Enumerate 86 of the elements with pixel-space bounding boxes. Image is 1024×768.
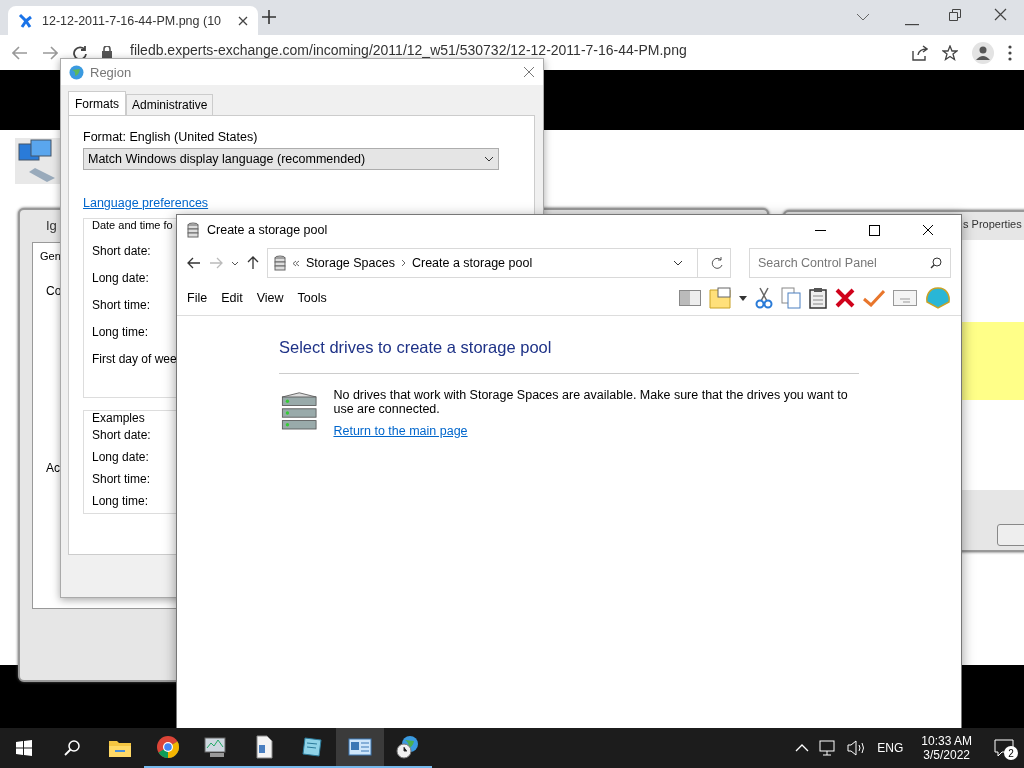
clock[interactable]: 10:33 AM 3/5/2022 [921,734,972,762]
field-label: Short time: [92,472,151,486]
page-heading: Select drives to create a storage pool [279,338,859,374]
forward-arrow-icon[interactable] [42,45,58,60]
refresh-icon[interactable] [711,256,724,270]
menu-item[interactable]: Tools [297,291,327,305]
chevron-down-icon [484,156,494,162]
globe-icon [69,64,84,80]
up-arrow-icon[interactable] [247,256,259,270]
window-title: Region [90,64,133,80]
window-title: Create a storage pool [207,223,329,237]
search-icon [64,740,80,756]
field-label: Long date: [92,271,149,285]
field-label: Short time: [92,298,151,312]
tab-title: 12-12-2011-7-16-44-PM.png (10 [42,13,223,28]
back-arrow-icon[interactable] [187,257,201,269]
address-bar[interactable]: filedb.experts-exchange.com/incoming/2011/12_w51/530732/12-12-2011-7-16-44-PM.png [130,41,898,58]
language-indicator[interactable]: ENG [877,741,904,755]
search-field[interactable]: Search Control Panel [749,248,951,278]
checkmark-icon[interactable] [863,289,885,307]
tab[interactable]: Administrative [126,94,214,115]
taskbar-app-button[interactable] [336,728,384,768]
return-link[interactable]: Return to the main page [333,424,468,438]
field-label: First day of wee [92,352,177,366]
restore-icon[interactable] [949,9,961,21]
clipboard-icon[interactable] [809,287,827,309]
field-label: Long time: [92,325,149,339]
share-icon[interactable] [912,44,928,61]
window-title: Ig [46,218,57,233]
double-chevron-left-icon [292,259,300,267]
field-label: Short date: [92,244,151,258]
envelope-icon[interactable] [893,290,917,306]
breadcrumb-item[interactable]: Create a storage pool [411,256,667,270]
profile-icon[interactable] [972,41,994,64]
lock-icon [102,46,112,59]
star-icon[interactable] [942,44,958,61]
chevron-down-icon[interactable] [673,260,683,266]
close-icon[interactable] [994,8,1007,21]
field-label: Format: English (United States) [83,130,258,144]
caret-up-icon[interactable] [795,744,810,752]
field-label: Long time: [92,494,149,508]
browser-tab[interactable]: 12-12-2011-7-16-44-PM.png (10 [8,6,258,35]
shell-icon[interactable] [925,286,951,310]
breadcrumb-item[interactable]: Storage Spaces [306,256,395,270]
tab[interactable]: Gen [40,250,61,262]
menu-item[interactable]: Edit [221,291,243,305]
field-label: Long date: [92,450,149,464]
group-title: Date and time fo [92,219,173,231]
folder-icon [109,739,131,757]
network-icon[interactable] [819,740,838,756]
more-icon[interactable] [1008,44,1012,61]
group-title: Examples [92,411,145,425]
field-label: Short date: [92,428,151,442]
label: Ac [46,461,60,475]
delete-icon[interactable] [835,288,855,308]
notepad-icon [301,736,323,758]
link[interactable]: Language preferences [83,196,209,210]
database-icon [274,255,286,271]
message-text: No drives that work with Storage Spaces are available. Make sure that the drives you want to use are connected. [333,388,849,416]
chrome-icon [157,736,179,758]
pinwheel-icon [18,12,32,29]
caret-down-icon[interactable] [739,295,747,301]
document-icon [254,735,274,759]
format-dropdown[interactable]: Match Windows display language (recommended) [83,148,499,170]
menu-item[interactable]: View [256,291,284,305]
chevron-down-icon[interactable] [231,260,239,266]
control-panel-icon [348,737,372,757]
database-icon [187,222,199,238]
address-bar[interactable]: Storage Spaces Create a storage pool [267,248,731,278]
windows-logo-icon [16,740,32,756]
plus-icon[interactable] [262,10,276,24]
menu-item[interactable]: File [187,291,208,305]
close-icon[interactable] [922,224,934,236]
globe-clock-icon [396,735,420,759]
folder-options-icon[interactable] [709,287,731,309]
minimize-icon[interactable] [814,229,826,231]
search-icon[interactable] [930,257,942,269]
window-title: s Properties [963,218,1022,230]
tab[interactable]: Formats [68,91,126,115]
maximize-icon[interactable] [868,224,880,236]
chevron-right-icon [400,259,406,267]
monitor-icon [204,736,228,758]
reload-icon[interactable] [72,44,88,61]
close-icon[interactable] [238,15,248,26]
pane-icon[interactable] [679,290,701,306]
scissors-icon[interactable] [755,287,773,309]
